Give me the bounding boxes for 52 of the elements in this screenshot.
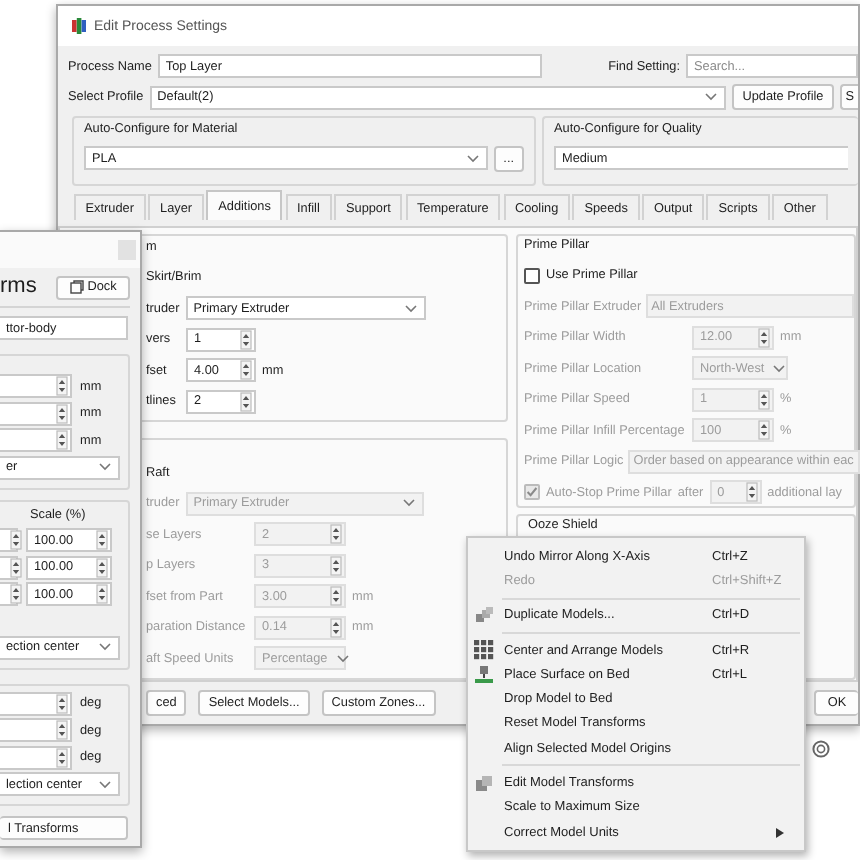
grid-icon xyxy=(474,640,494,661)
spin-arrows-icon xyxy=(330,524,342,544)
spin-arrows-icon xyxy=(96,584,108,604)
spin-arrows-icon xyxy=(56,693,68,713)
number-field[interactable] xyxy=(0,555,18,579)
spin-arrows-icon xyxy=(758,420,770,440)
number-field[interactable] xyxy=(0,691,72,715)
spin-arrows-icon xyxy=(240,391,252,411)
cubes-icon xyxy=(474,605,494,626)
spin-arrows-icon xyxy=(758,327,770,347)
close-button[interactable] xyxy=(118,240,136,260)
chevron-down-icon xyxy=(772,363,787,373)
chevron-down-icon xyxy=(335,653,350,663)
spin-arrows-icon xyxy=(56,403,68,423)
chevron-down-icon xyxy=(401,498,416,508)
spin-arrows-icon xyxy=(240,360,252,380)
chevron-down-icon xyxy=(465,153,480,163)
window-icon xyxy=(69,280,84,294)
submenu-arrow-icon xyxy=(776,827,784,838)
chevron-down-icon xyxy=(98,462,112,472)
spin-arrows-icon xyxy=(330,555,342,575)
spin-arrows-icon xyxy=(10,584,22,604)
spin-arrows-icon xyxy=(745,482,758,502)
spin-arrows-icon xyxy=(56,376,68,396)
number-field[interactable] xyxy=(0,582,18,606)
spin-arrows-icon xyxy=(96,557,108,577)
spin-arrows-icon xyxy=(56,720,68,740)
spin-arrows-icon xyxy=(96,530,108,550)
number-field[interactable] xyxy=(0,718,72,742)
chevron-down-icon xyxy=(403,303,418,313)
app-logo-icon xyxy=(72,18,86,34)
cube-on-plate-icon xyxy=(474,664,494,685)
spin-arrows-icon xyxy=(330,586,342,606)
spin-arrows-icon xyxy=(330,617,342,637)
chevron-down-icon xyxy=(98,642,112,652)
panel-heading: rms xyxy=(0,274,37,300)
spin-arrows-icon xyxy=(10,557,22,577)
logo-icon xyxy=(812,740,830,758)
chevron-down-icon xyxy=(704,92,719,102)
spin-arrows-icon xyxy=(10,530,22,550)
checkbox[interactable] xyxy=(524,267,540,283)
number-field[interactable] xyxy=(0,401,72,425)
spin-arrows-icon xyxy=(758,389,770,409)
number-field[interactable] xyxy=(0,745,72,769)
number-field[interactable] xyxy=(0,374,72,398)
spin-arrows-icon xyxy=(56,747,68,767)
number-field[interactable] xyxy=(0,528,18,552)
spin-arrows-icon xyxy=(240,329,252,349)
spin-arrows-icon xyxy=(56,430,68,450)
chevron-down-icon xyxy=(98,779,112,789)
number-field[interactable] xyxy=(0,428,72,452)
cubes-icon xyxy=(474,773,494,794)
